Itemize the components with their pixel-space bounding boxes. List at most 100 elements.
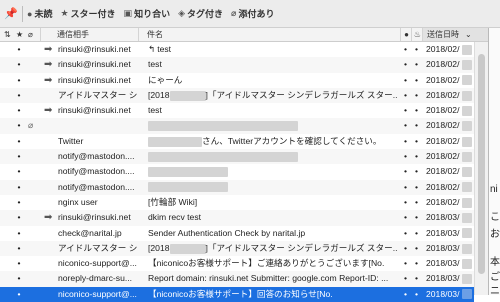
date-redacted [462,180,474,195]
subject-text: 【niconicoお客様サポート】ご連絡ありがとうございます[No. [148,258,385,269]
message-row[interactable]: • notify@mastodon.... • • 2018/02/ [0,149,474,165]
read-dot-icon[interactable]: • [14,241,24,256]
unread-dot-icon[interactable]: • [400,180,411,195]
unread-dot-icon[interactable]: • [400,88,411,103]
message-row[interactable]: • ➡ rinsuki@rinsuki.net test • • 2018/02/ [0,103,474,118]
message-row[interactable]: • nginx user [竹輪部 Wiki] • • 2018/02/ [0,195,474,210]
read-dot-icon[interactable]: • [14,210,24,225]
message-row[interactable]: • check@narital.jp Sender Authentication C… [0,226,474,241]
filter-circle-dot[interactable]: ● 未読 [27,7,52,20]
unread-dot-icon[interactable]: • [400,271,411,286]
message-row[interactable]: • ➡ rinsuki@rinsuki.net test • • 2018/02/ [0,57,474,73]
message-list: • ➡ rinsuki@rinsuki.net ↰ test • • 2018/02/• ➡ ri… [0,42,474,302]
preview-text: お [490,229,500,240]
message-row[interactable]: • niconico-support@... 【niconicoお客様サポート】ご連… [0,256,474,271]
junk-dot-icon[interactable]: • [411,195,422,210]
junk-dot-icon[interactable]: • [411,241,422,256]
read-dot-icon[interactable]: • [14,88,24,103]
read-dot-icon[interactable]: • [14,57,24,72]
read-dot-icon[interactable]: • [14,118,24,133]
unread-dot-icon[interactable]: • [400,210,411,225]
correspondent: notify@mastodon.... [58,181,135,192]
read-dot-icon[interactable]: • [14,287,24,302]
junk-dot-icon[interactable]: • [411,134,422,149]
read-dot-icon[interactable]: • [14,103,24,118]
subject-text: にゃーん [148,74,183,85]
date-redacted [462,195,474,210]
filter-contact-card[interactable]: ▣ 知り合い [124,7,171,20]
date: 2018/02/ [426,120,460,131]
date: 2018/03/ [426,227,460,238]
read-dot-icon[interactable]: • [14,256,24,271]
message-row[interactable]: • noreply-dmarc-su... Report domain: rinsu… [0,271,474,287]
junk-dot-icon[interactable]: • [411,118,422,133]
read-dot-icon[interactable]: • [14,195,24,210]
message-row[interactable]: • niconico-support@... 【niconicoお客様サポート】回答… [0,286,474,302]
unread-dot-icon[interactable]: • [400,118,411,133]
message-row[interactable]: • ➡ rinsuki@rinsuki.net dkim recv test • • 201… [0,210,474,226]
message-row[interactable]: • アイドルマスター シンデレラガールズ... [2018]「アイドルマスター シン… [0,240,474,257]
filter-star[interactable]: ★ スター付き [60,7,115,20]
subject [148,164,398,179]
unread-dot-icon[interactable]: • [400,134,411,149]
read-dot-icon[interactable]: • [14,180,24,195]
star-column-icon[interactable]: ★ [16,28,26,41]
read-dot-icon[interactable]: • [14,73,24,88]
thread-column-icon[interactable]: ⇅ [4,28,14,41]
message-row[interactable]: • Twitter さん、Twitterアカウントを確認してください。 • • 2018/… [0,134,474,149]
subject-column-header[interactable]: 件名 [138,28,400,41]
junk-dot-icon[interactable]: • [411,57,422,72]
pin-icon[interactable]: 📌 [0,0,22,28]
junk-dot-icon[interactable]: • [411,164,422,179]
unread-dot-icon[interactable]: • [400,57,411,72]
unread-dot-icon[interactable]: • [400,103,411,118]
read-dot-icon[interactable]: • [14,42,24,57]
attachment-column-icon[interactable]: ⌀ [28,28,40,41]
read-dot-icon[interactable]: • [14,134,24,149]
redacted-text [169,243,206,254]
message-row[interactable]: • アイドルマスター シンデレラガールズ... [2018]「アイドルマスター シン… [0,87,474,104]
forwarded-arrow-icon: ➡ [44,105,53,117]
subject [148,118,398,133]
scrollbar-thumb[interactable] [478,54,485,274]
junk-dot-icon[interactable]: • [411,287,422,302]
filter-tag[interactable]: ◈ タグ付き [178,7,223,20]
correspondent: rinsuki@rinsuki.net [58,44,131,54]
junk-dot-icon[interactable]: • [411,149,422,164]
read-dot-icon[interactable]: • [14,271,24,286]
junk-dot-icon[interactable]: • [411,210,422,225]
junk-dot-icon[interactable]: • [411,256,422,271]
junk-dot-icon[interactable]: • [411,180,422,195]
message-row[interactable]: • notify@mastodon.... • • 2018/02/ [0,179,474,195]
junk-dot-icon[interactable]: • [411,42,422,57]
correspondent-column-header[interactable]: 通信相手 [40,28,138,41]
unread-dot-icon[interactable]: • [400,256,411,271]
unread-dot-icon[interactable]: • [400,149,411,164]
junk-dot-icon[interactable]: • [411,226,422,241]
message-row[interactable]: • ⌀ • • 2018/02/ [0,118,474,134]
forwarded-arrow-icon: ➡ [44,44,53,55]
unread-dot-icon[interactable]: • [400,195,411,210]
date-redacted [462,271,474,286]
unread-dot-icon[interactable]: • [400,42,411,57]
read-dot-icon[interactable]: • [14,149,24,164]
unread-dot-icon[interactable]: • [400,226,411,241]
unread-dot-icon[interactable]: • [400,164,411,179]
message-row[interactable]: • ➡ rinsuki@rinsuki.net にゃーん • • 2018/02/ [0,73,474,88]
unread-dot-icon[interactable]: • [400,287,411,302]
read-dot-icon[interactable]: • [14,226,24,241]
read-dot-icon[interactable]: • [14,164,24,179]
junk-dot-icon[interactable]: • [411,88,422,103]
message-row[interactable]: • notify@mastodon.... • • 2018/02/ [0,164,474,179]
junk-dot-icon[interactable]: • [411,271,422,286]
date-redacted [462,210,474,225]
date: 2018/03/ [426,212,460,223]
message-row[interactable]: • ➡ rinsuki@rinsuki.net ↰ test • • 2018/02/ [0,42,474,57]
vertical-scrollbar[interactable] [474,42,488,295]
filter-paperclip[interactable]: ⌀ 添付あり [231,7,274,20]
date-column-header[interactable]: 送信日時 ⌄ [422,28,488,41]
junk-dot-icon[interactable]: • [411,73,422,88]
unread-dot-icon[interactable]: • [400,241,411,256]
unread-dot-icon[interactable]: • [400,73,411,88]
junk-dot-icon[interactable]: • [411,103,422,118]
